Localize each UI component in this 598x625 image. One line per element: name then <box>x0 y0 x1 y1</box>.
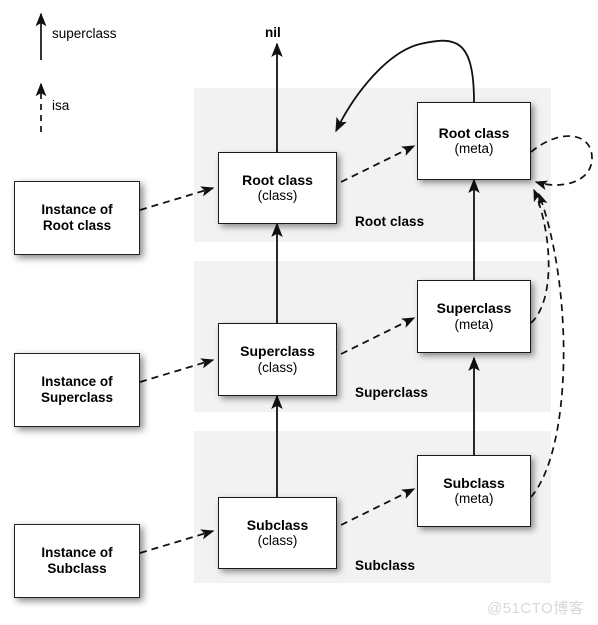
watermark: @51CTO博客 <box>487 600 585 617</box>
band-label-superclass: Superclass <box>355 385 429 400</box>
band-label-subclass: Subclass <box>355 558 416 573</box>
node-instance-of-superclass[interactable]: Instance of Superclass <box>14 353 140 427</box>
node-superclass-metaclass[interactable]: Superclass (meta) <box>417 280 531 353</box>
nil-label: nil <box>265 25 281 40</box>
legend-superclass-label: superclass <box>52 26 117 41</box>
node-instance-super-line2: Superclass <box>40 390 114 405</box>
node-superclass-class-line2: (class) <box>257 359 298 375</box>
node-super-meta-line2: (meta) <box>454 316 494 332</box>
node-root-class[interactable]: Root class (class) <box>218 152 337 224</box>
metaclass-hierarchy-diagram: superclass isa nil Root class Superclass… <box>0 0 598 625</box>
node-root-class-line1: Root class <box>242 171 313 188</box>
node-instance-of-root-class[interactable]: Instance of Root class <box>14 181 140 255</box>
node-instance-root-line2: Root class <box>42 218 112 233</box>
node-instance-super-line1: Instance of <box>41 374 113 390</box>
node-root-meta-line1: Root class <box>438 124 510 141</box>
node-instance-sub-line1: Instance of <box>41 545 113 561</box>
node-root-metaclass[interactable]: Root class (meta) <box>417 102 531 180</box>
node-instance-sub-line2: Subclass <box>47 561 107 576</box>
band-label-root-class: Root class <box>355 214 425 229</box>
node-sub-meta-line2: (meta) <box>454 491 494 507</box>
node-superclass-class[interactable]: Superclass (class) <box>218 323 337 396</box>
node-root-class-line2: (class) <box>257 188 298 204</box>
node-subclass-class-line1: Subclass <box>246 516 309 533</box>
node-subclass-class[interactable]: Subclass (class) <box>218 497 337 569</box>
node-subclass-metaclass[interactable]: Subclass (meta) <box>417 455 531 527</box>
node-instance-of-subclass[interactable]: Instance of Subclass <box>14 524 140 598</box>
node-sub-meta-line1: Subclass <box>443 474 505 491</box>
node-root-meta-line2: (meta) <box>454 141 494 157</box>
node-instance-root-line1: Instance of <box>41 202 113 218</box>
node-superclass-class-line1: Superclass <box>240 343 315 360</box>
node-subclass-class-line2: (class) <box>257 533 298 549</box>
node-super-meta-line1: Superclass <box>436 300 512 317</box>
legend-isa-label: isa <box>52 98 70 113</box>
